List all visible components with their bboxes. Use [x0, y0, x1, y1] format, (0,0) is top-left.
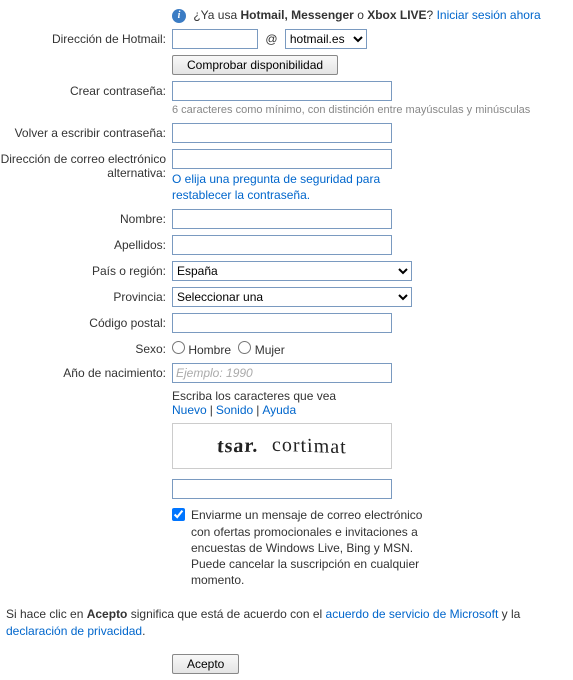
captcha-sound-link[interactable]: Sonido — [216, 403, 253, 417]
label-create-password: Crear contraseña: — [0, 81, 172, 98]
captcha-prompt: Escriba los caracteres que vea — [172, 389, 543, 403]
tos-link[interactable]: acuerdo de servicio de Microsoft — [326, 607, 499, 621]
gender-female-label: Mujer — [255, 343, 285, 357]
captcha-new-link[interactable]: Nuevo — [172, 403, 207, 417]
label-province: Provincia: — [0, 287, 172, 304]
country-select[interactable]: España — [172, 261, 412, 281]
captcha-help-link[interactable]: Ayuda — [262, 403, 296, 417]
password-repeat-input[interactable] — [172, 123, 392, 143]
label-firstname: Nombre: — [0, 209, 172, 226]
terms-text: Si hace clic en Acepto significa que est… — [0, 606, 573, 640]
label-country: País o región: — [0, 261, 172, 278]
password-input[interactable] — [172, 81, 392, 101]
label-alt-email: Dirección de correo electrónicoalternati… — [0, 149, 172, 180]
accept-button[interactable]: Acepto — [172, 654, 239, 674]
check-availability-button[interactable]: Comprobar disponibilidad — [172, 55, 338, 75]
intro-prefix: ¿Ya usa — [193, 8, 240, 22]
captcha-image: tsar. cortimat — [172, 423, 392, 469]
gender-male-label: Hombre — [188, 343, 231, 357]
marketing-label: Enviarme un mensaje de correo electrónic… — [191, 507, 432, 588]
label-repeat-password: Volver a escribir contraseña: — [0, 123, 172, 140]
email-domain-select[interactable]: hotmail.es — [285, 29, 367, 49]
label-gender: Sexo: — [0, 339, 172, 356]
password-hint: 6 caracteres como mínimo, con distinción… — [172, 103, 543, 117]
privacy-link[interactable]: declaración de privacidad — [6, 624, 142, 638]
captcha-input[interactable] — [172, 479, 392, 499]
gender-male-radio[interactable] — [172, 341, 185, 354]
lastname-input[interactable] — [172, 235, 392, 255]
email-local-input[interactable] — [172, 29, 258, 49]
firstname-input[interactable] — [172, 209, 392, 229]
marketing-checkbox[interactable] — [172, 508, 185, 521]
intro-brands: Hotmail, Messenger — [240, 8, 353, 22]
label-lastname: Apellidos: — [0, 235, 172, 252]
intro-brand3: Xbox LIVE — [367, 8, 426, 22]
postal-input[interactable] — [172, 313, 392, 333]
label-birthyear: Año de nacimiento: — [0, 363, 172, 380]
label-email: Dirección de Hotmail: — [0, 29, 172, 46]
gender-female-radio[interactable] — [238, 341, 251, 354]
security-question-link[interactable]: O elija una pregunta de seguridad para r… — [172, 172, 380, 202]
province-select[interactable]: Seleccionar una — [172, 287, 412, 307]
info-icon: i — [172, 9, 186, 23]
at-sign: @ — [265, 32, 277, 46]
signin-link[interactable]: Iniciar sesión ahora — [437, 8, 541, 22]
birthyear-input[interactable] — [172, 363, 392, 383]
alt-email-input[interactable] — [172, 149, 392, 169]
label-postal: Código postal: — [0, 313, 172, 330]
